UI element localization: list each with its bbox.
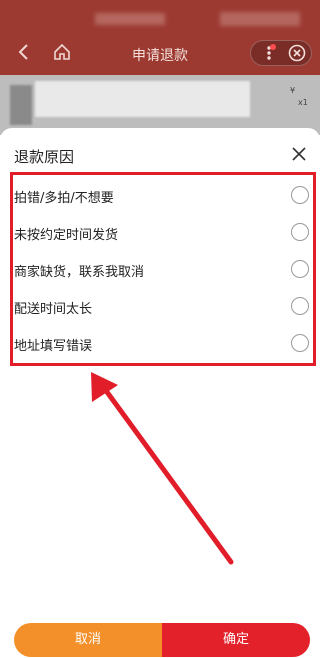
close-circle-icon[interactable] <box>287 43 307 63</box>
notification-dot <box>270 44 276 50</box>
product-thumbnail <box>10 85 32 125</box>
status-blur-left <box>95 13 165 25</box>
product-title-blurred <box>35 81 250 117</box>
status-blur-right <box>220 12 300 26</box>
cancel-button[interactable]: 取消 <box>14 623 162 657</box>
product-price: ¥ <box>290 86 296 95</box>
close-icon[interactable] <box>290 145 308 163</box>
product-quantity: x1 <box>298 98 308 107</box>
confirm-button[interactable]: 确定 <box>162 623 310 657</box>
more-icon[interactable] <box>259 43 279 63</box>
sheet-title: 退款原因 <box>14 148 75 166</box>
highlight-box <box>10 172 316 366</box>
